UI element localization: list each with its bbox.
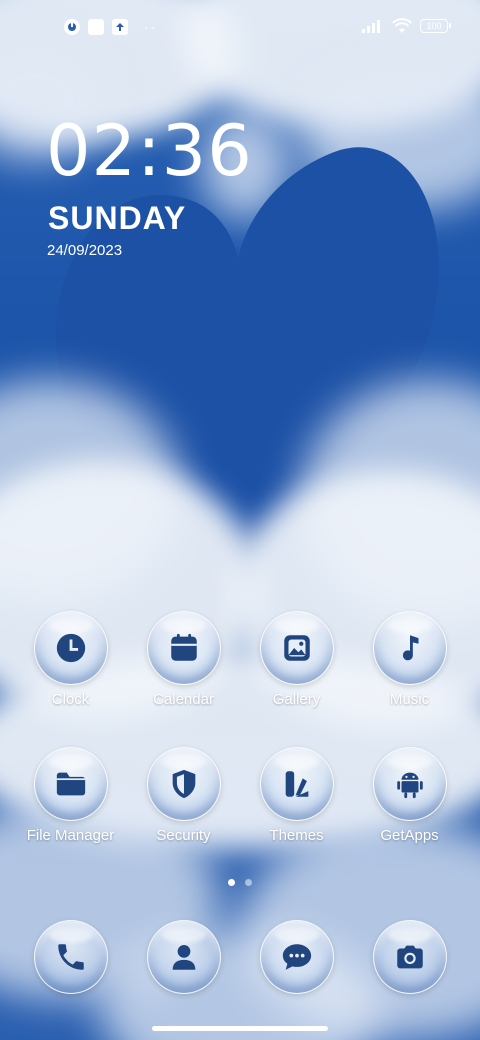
contacts-icon <box>172 944 195 970</box>
clock-day: SUNDAY <box>48 200 187 236</box>
app-themes[interactable]: Themes <box>240 747 353 844</box>
app-label: Music <box>389 691 430 708</box>
gallery-icon <box>283 635 310 661</box>
app-file-manager[interactable]: File Manager <box>14 747 127 844</box>
app-clock[interactable]: Clock <box>14 611 127 708</box>
folder-icon <box>56 772 85 796</box>
battery-level: 100 <box>426 21 442 31</box>
camera-icon <box>396 945 423 969</box>
app-security[interactable]: Security <box>127 747 240 844</box>
battery-icon: 100 <box>420 19 451 33</box>
clock-icon <box>56 633 85 663</box>
messages-icon <box>282 944 311 970</box>
page-dot-active[interactable] <box>228 879 235 886</box>
dock-phone[interactable] <box>14 920 127 994</box>
app-label: File Manager <box>26 827 115 844</box>
app-label: Gallery <box>272 691 321 708</box>
more-notifications-indicator: ·· <box>144 19 158 35</box>
home-indicator[interactable] <box>152 1026 328 1031</box>
calendar-icon <box>170 633 197 661</box>
app-music[interactable]: Music <box>353 611 466 708</box>
clock-date: 24/09/2023 <box>47 242 123 259</box>
app-gallery[interactable]: Gallery <box>240 611 353 708</box>
app-getapps[interactable]: GetApps <box>353 747 466 844</box>
dock-camera[interactable] <box>353 920 466 994</box>
wifi-icon <box>392 18 412 33</box>
page-dot[interactable] <box>245 879 252 886</box>
music-icon <box>402 635 418 661</box>
app-notification-icon <box>64 19 80 35</box>
page-indicator[interactable] <box>228 879 252 886</box>
status-bar: ·· 100 <box>0 0 480 56</box>
upload-icon <box>112 19 128 35</box>
app-label: Calendar <box>153 691 214 708</box>
android-icon <box>396 772 423 799</box>
dock-messages[interactable] <box>240 920 353 994</box>
shield-icon <box>172 769 195 799</box>
clock-time[interactable]: 02:36 <box>46 116 253 186</box>
themes-icon <box>285 771 308 797</box>
signal-icon <box>362 20 380 33</box>
app-label: Themes <box>269 827 324 844</box>
app-label: Clock <box>51 691 90 708</box>
app-label: Security <box>156 827 211 844</box>
square-icon <box>88 19 104 35</box>
app-calendar[interactable]: Calendar <box>127 611 240 708</box>
app-label: GetApps <box>380 827 439 844</box>
phone-icon <box>57 944 84 970</box>
dock-contacts[interactable] <box>127 920 240 994</box>
